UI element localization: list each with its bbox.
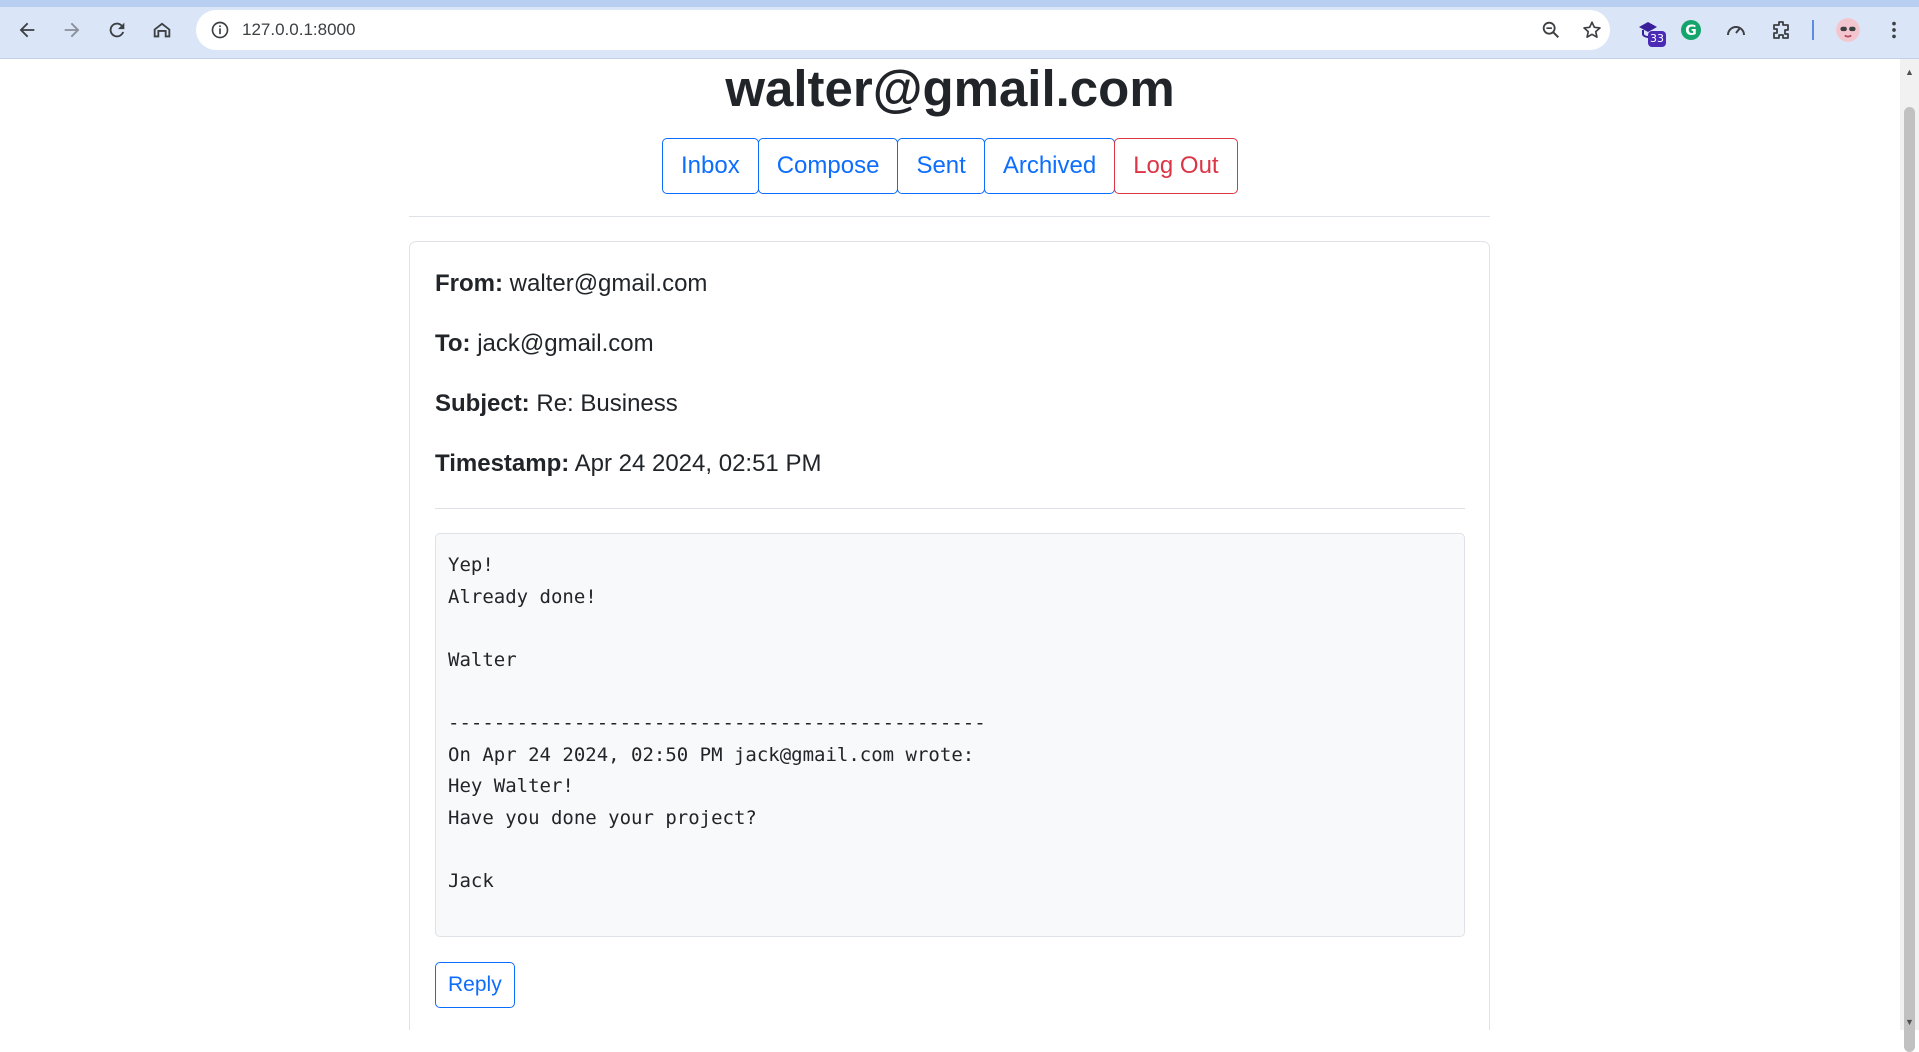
- zoom-icon[interactable]: [1539, 18, 1563, 42]
- subject-label: Subject:: [435, 390, 530, 417]
- svg-text:G: G: [1685, 23, 1697, 39]
- kebab-menu-icon[interactable]: [1876, 12, 1912, 48]
- url-text[interactable]: 127.0.0.1:8000: [242, 10, 355, 50]
- reload-icon[interactable]: [99, 12, 135, 48]
- subject-value: Re: Business: [536, 390, 678, 417]
- divider: [409, 216, 1490, 217]
- home-icon[interactable]: [144, 12, 180, 48]
- sent-button[interactable]: Sent: [897, 138, 985, 194]
- mailbox-nav: Inbox Compose Sent Archived Log Out: [662, 138, 1238, 194]
- email-body-box: Yep! Already done! Walter --------------…: [435, 533, 1465, 937]
- to-label: To:: [435, 330, 471, 357]
- page-title: walter@gmail.com: [725, 60, 1175, 117]
- toolbar-separator: [1812, 20, 1814, 40]
- inbox-button[interactable]: Inbox: [662, 138, 759, 194]
- profile-avatar-icon[interactable]: [1830, 12, 1866, 48]
- from-label: From:: [435, 270, 503, 297]
- page-content: walter@gmail.com Inbox Compose Sent Arch…: [0, 59, 1900, 1030]
- grammarly-icon[interactable]: G: [1673, 12, 1709, 48]
- extension-badge: 33: [1648, 31, 1666, 47]
- from-value: walter@gmail.com: [509, 270, 708, 297]
- extension-icon[interactable]: 33: [1630, 12, 1666, 48]
- star-icon[interactable]: [1580, 18, 1604, 42]
- address-bar[interactable]: 127.0.0.1:8000: [196, 10, 1610, 50]
- to-row: To: jack@gmail.com: [435, 329, 654, 359]
- tab-strip-edge: [0, 0, 1919, 7]
- scroll-down-icon[interactable]: ▼: [1900, 1013, 1919, 1030]
- subject-row: Subject: Re: Business: [435, 389, 678, 419]
- divider: [435, 508, 1465, 509]
- email-card: From: walter@gmail.com To: jack@gmail.co…: [409, 241, 1490, 1030]
- reply-button[interactable]: Reply: [435, 962, 515, 1008]
- puzzle-icon[interactable]: [1763, 12, 1799, 48]
- email-body-text: Yep! Already done! Walter --------------…: [448, 554, 986, 892]
- forward-arrow-icon[interactable]: [54, 12, 90, 48]
- timestamp-row: Timestamp: Apr 24 2024, 02:51 PM: [435, 449, 821, 479]
- to-value: jack@gmail.com: [477, 330, 654, 357]
- scroll-up-icon[interactable]: ▲: [1900, 63, 1919, 80]
- archived-button[interactable]: Archived: [983, 138, 1116, 194]
- scrollbar-thumb[interactable]: [1904, 107, 1915, 1052]
- logout-button[interactable]: Log Out: [1114, 138, 1238, 194]
- back-arrow-icon[interactable]: [9, 12, 45, 48]
- from-row: From: walter@gmail.com: [435, 269, 707, 299]
- performance-icon[interactable]: [1718, 12, 1754, 48]
- timestamp-value: Apr 24 2024, 02:51 PM: [574, 450, 822, 477]
- timestamp-label: Timestamp:: [435, 450, 570, 477]
- info-icon[interactable]: [206, 16, 234, 44]
- compose-button[interactable]: Compose: [757, 138, 899, 194]
- vertical-scrollbar[interactable]: ▲ ▼: [1900, 59, 1919, 1052]
- browser-toolbar: 127.0.0.1:8000 33 G: [0, 0, 1919, 59]
